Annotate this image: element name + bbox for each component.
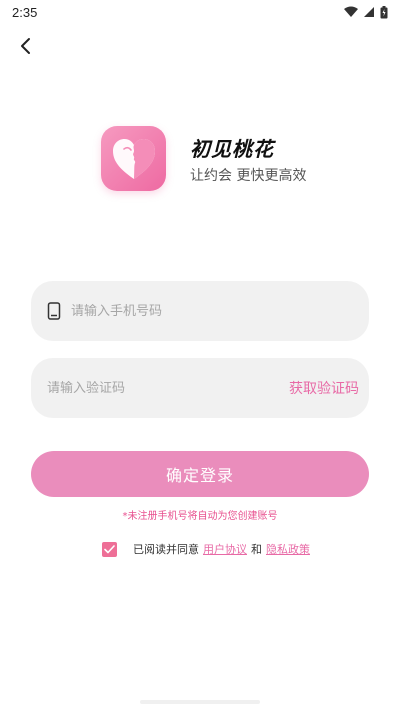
phone-field[interactable] xyxy=(31,281,369,341)
check-icon xyxy=(104,544,115,553)
phone-input[interactable] xyxy=(71,303,331,319)
status-time: 2:35 xyxy=(12,4,38,20)
app-slogan: 让约会 更快更高效 xyxy=(190,168,307,184)
agreement-checkbox[interactable] xyxy=(102,541,117,557)
signal-icon xyxy=(364,7,374,17)
auto-register-hint: *未注册手机号将自动为您创建账号 xyxy=(122,511,278,522)
app-logo xyxy=(101,126,166,191)
battery-icon xyxy=(380,5,388,18)
privacy-policy-link[interactable]: 隐私政策 xyxy=(266,541,310,557)
wifi-icon xyxy=(344,6,358,17)
status-icons xyxy=(344,5,388,19)
back-button[interactable] xyxy=(14,34,38,58)
chevron-left-icon xyxy=(21,38,30,54)
code-field[interactable]: 获取验证码 xyxy=(31,358,369,418)
get-code-button[interactable]: 获取验证码 xyxy=(289,378,359,398)
phone-icon xyxy=(47,302,61,320)
status-bar: 2:35 xyxy=(0,0,400,24)
agreement-row: 已阅读并同意 用户协议 和 隐私政策 xyxy=(102,541,310,557)
app-name: 初见桃花 xyxy=(190,137,274,161)
user-agreement-link[interactable]: 用户协议 xyxy=(203,541,247,557)
code-input[interactable] xyxy=(47,380,247,396)
home-indicator xyxy=(140,700,260,704)
heart-face-icon xyxy=(112,138,155,179)
login-button[interactable]: 确定登录 xyxy=(31,451,369,497)
agreement-conjunction: 和 xyxy=(251,543,262,556)
agreement-prefix: 已阅读并同意 xyxy=(133,543,199,556)
